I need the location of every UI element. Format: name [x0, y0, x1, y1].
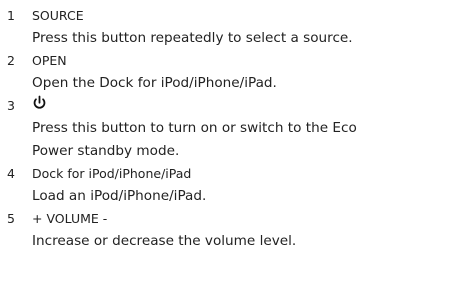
item-description: Increase or decrease the volume level.	[32, 233, 297, 249]
item-description: Open the Dock for iPod/iPhone/iPad.	[32, 75, 277, 91]
list-item-source: 1 SOURCE Press this button repeatedly to…	[0, 5, 449, 50]
item-number: 2	[7, 53, 15, 68]
item-heading: 2 OPEN	[0, 50, 449, 72]
item-number: 5	[7, 211, 15, 226]
item-heading: 4 Dock for iPod/iPhone/iPad	[0, 163, 449, 185]
item-description-line-1: Press this button to turn on or switch t…	[32, 120, 357, 136]
item-description: Load an iPod/iPhone/iPad.	[32, 188, 207, 204]
item-heading: 5 + VOLUME -	[0, 208, 449, 230]
list-item-volume: 5 + VOLUME - Increase or decrease the vo…	[0, 208, 449, 253]
item-heading: 1 SOURCE	[0, 5, 449, 27]
item-description: Press this button repeatedly to select a…	[32, 30, 353, 46]
list-item-dock: 4 Dock for iPod/iPhone/iPad Load an iPod…	[0, 163, 449, 208]
item-label: Dock for iPod/iPhone/iPad	[32, 166, 192, 181]
item-number: 4	[7, 166, 15, 181]
list-item-open: 2 OPEN Open the Dock for iPod/iPhone/iPa…	[0, 50, 449, 95]
control-list: 1 SOURCE Press this button repeatedly to…	[0, 5, 449, 253]
list-item-power: 3 Press this button to turn on or switch…	[0, 95, 449, 163]
item-label: SOURCE	[32, 8, 84, 23]
item-label: OPEN	[32, 53, 67, 68]
item-label: + VOLUME -	[32, 211, 108, 226]
item-description-line-2: Power standby mode.	[32, 143, 180, 159]
item-heading: 3	[0, 95, 449, 117]
item-number: 3	[7, 98, 15, 113]
power-icon	[32, 95, 47, 110]
item-number: 1	[7, 8, 15, 23]
